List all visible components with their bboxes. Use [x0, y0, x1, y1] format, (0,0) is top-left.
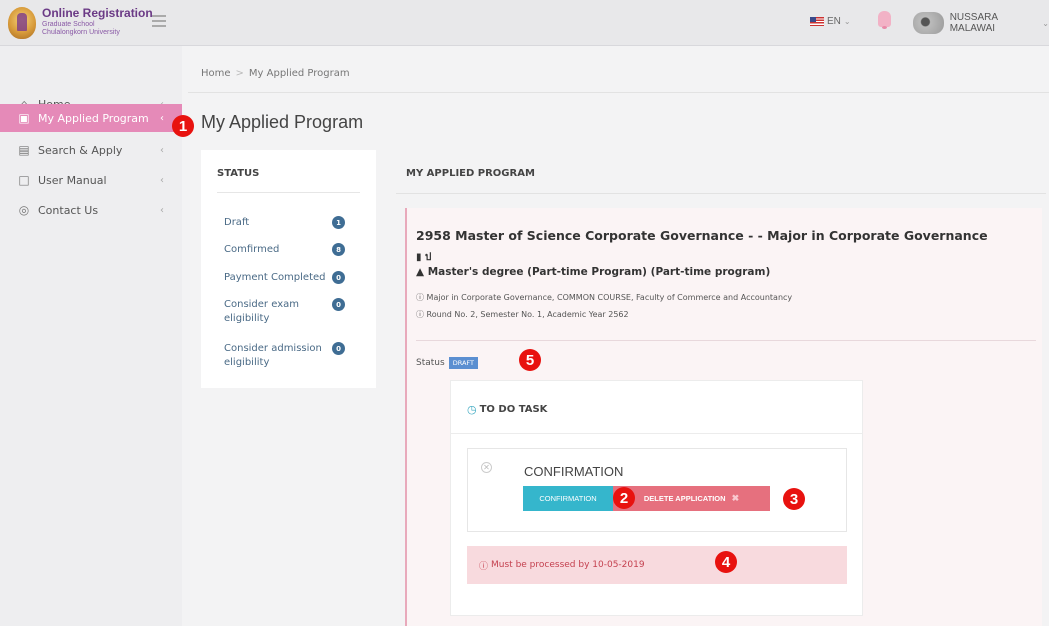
annotation-marker-4: 4 [715, 551, 737, 573]
status-label: Draft [224, 217, 250, 228]
notification-bell-icon[interactable] [878, 11, 891, 29]
breadcrumb-separator: > [235, 68, 244, 79]
menu-toggle-icon[interactable] [152, 15, 166, 27]
us-flag-icon [810, 17, 824, 26]
status-label: Comfirmed [224, 244, 280, 255]
main-heading: MY APPLIED PROGRAM [406, 168, 535, 179]
status-label: Payment Completed [224, 272, 326, 283]
status-label: Status [416, 358, 445, 368]
divider [396, 193, 1046, 194]
status-label: Consider admission eligibility [224, 343, 322, 368]
program-info-round: ⓘ Round No. 2, Semester No. 1, Academic … [416, 309, 629, 320]
document-icon: □ [18, 173, 30, 187]
count-badge: 8 [332, 243, 345, 256]
language-label: EN [827, 16, 841, 27]
todo-heading: ◷ TO DO TASK [467, 403, 547, 416]
annotation-marker-3: 3 [783, 488, 805, 510]
count-badge: 1 [332, 216, 345, 229]
annotation-marker-1: 1 [172, 115, 194, 137]
program-info-text: Round No. 2, Semester No. 1, Academic Ye… [426, 310, 629, 319]
user-name: NUSSARA MALAWAI [949, 12, 998, 34]
close-icon: ✖ [731, 493, 740, 503]
info-icon: ⓘ [416, 293, 424, 302]
brand-title: Online Registration [42, 6, 153, 20]
deadline-text: Must be processed by 10-05-2019 [491, 560, 645, 570]
count-badge: 0 [332, 271, 345, 284]
clock-icon: ◷ [467, 403, 477, 416]
status-badge: DRAFT [448, 357, 478, 369]
brand-subtitle: Graduate School [42, 21, 95, 28]
book-icon: ▮ [416, 252, 422, 263]
briefcase-icon: ▣ [18, 111, 30, 125]
status-heading: STATUS [217, 168, 260, 179]
count-badge: 0 [332, 298, 345, 311]
delete-application-button[interactable]: DELETE APPLICATION ✖ [613, 486, 770, 511]
chevron-down-icon: ⌄ [843, 17, 851, 26]
delete-button-label: DELETE APPLICATION [643, 494, 726, 503]
sidebar-item-label: User Manual [38, 173, 107, 187]
program-status: Status DRAFT [416, 357, 478, 369]
brand-university: Chulalongkorn University [42, 29, 120, 36]
graduation-cap-icon: ▲ [416, 266, 425, 278]
book-icon: ▤ [18, 143, 30, 157]
divider [451, 433, 862, 434]
program-title: 2958 Master of Science Corporate Governa… [416, 228, 988, 243]
program-code-line: ▮ ป [416, 250, 431, 265]
breadcrumb: Home > My Applied Program [201, 68, 350, 79]
todo-heading-text: TO DO TASK [479, 404, 548, 415]
task-title: CONFIRMATION [524, 464, 624, 479]
breadcrumb-current: My Applied Program [248, 68, 350, 79]
chevron-down-icon: ⌄ [1042, 18, 1049, 28]
divider [416, 340, 1036, 341]
program-info-major: ⓘ Major in Corporate Governance, COMMON … [416, 292, 792, 303]
chevron-left-icon: ‹ [160, 112, 164, 124]
sidebar-item-contact-us[interactable]: ◎ Contact Us ‹ [0, 196, 182, 224]
info-icon: ⓘ [479, 561, 489, 572]
annotation-marker-5: 5 [519, 349, 541, 371]
chevron-left-icon: ‹ [160, 204, 164, 216]
chevron-left-icon: ‹ [160, 174, 164, 186]
status-label: Consider exam eligibility [224, 299, 299, 324]
sidebar-item-my-applied-program[interactable]: ▣ My Applied Program ‹ [0, 104, 182, 132]
status-panel: STATUS Draft 1 Comfirmed 8 Payment Compl… [201, 150, 376, 388]
deadline-alert: ⓘ Must be processed by 10-05-2019 [467, 546, 847, 584]
chevron-left-icon: ‹ [160, 144, 164, 156]
location-icon: ◎ [18, 203, 30, 217]
divider [188, 92, 1049, 93]
university-logo-icon [8, 7, 36, 39]
sidebar-item-search-apply[interactable]: ▤ Search & Apply ‹ [0, 136, 182, 164]
confirmation-button[interactable]: CONFIRMATION [523, 486, 613, 511]
info-icon: ⓘ [416, 310, 424, 319]
page-title: My Applied Program [201, 112, 364, 132]
language-selector[interactable]: EN ⌄ [810, 16, 851, 27]
top-bar: Online Registration Graduate School Chul… [0, 0, 1049, 46]
sidebar: ⌂ Home ‹ ▣ My Applied Program ‹ ▤ Search… [0, 46, 182, 626]
program-info-text: Major in Corporate Governance, COMMON CO… [426, 293, 793, 302]
annotation-marker-2: 2 [613, 487, 635, 509]
breadcrumb-home[interactable]: Home [201, 68, 231, 79]
sidebar-item-label: Contact Us [38, 203, 99, 217]
count-badge: 0 [332, 342, 345, 355]
program-degree: ▲ Master's degree (Part-time Program) (P… [416, 266, 770, 278]
user-menu[interactable]: NUSSARA MALAWAI ⌄ [913, 12, 1049, 34]
program-code: ป [425, 252, 432, 263]
divider [217, 192, 360, 193]
close-circle-icon: ✕ [481, 462, 492, 473]
avatar [913, 12, 944, 34]
sidebar-item-label: Search & Apply [38, 143, 123, 157]
sidebar-item-label: My Applied Program [38, 111, 149, 125]
sidebar-item-user-manual[interactable]: □ User Manual ‹ [0, 166, 182, 194]
program-degree-text: Master's degree (Part-time Program) (Par… [427, 266, 771, 278]
